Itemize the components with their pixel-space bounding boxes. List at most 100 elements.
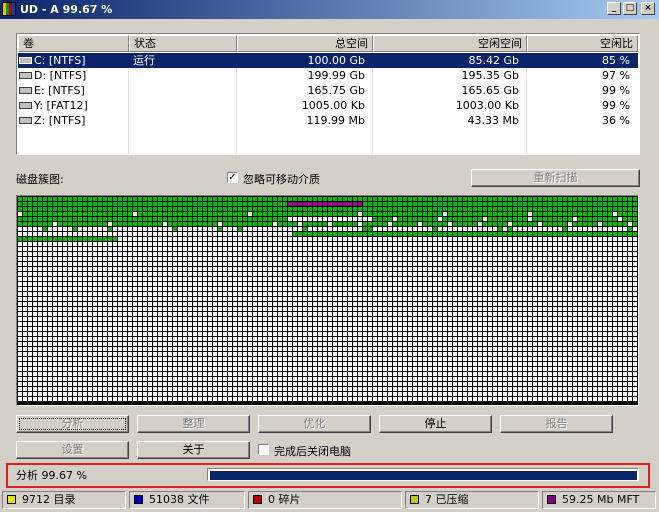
about-button[interactable]: 关于 — [137, 441, 250, 459]
volume-list-header: 卷 状态 总空间 空闲空间 空闲比 — [18, 35, 638, 52]
progress-bar-fill — [210, 471, 637, 480]
window-title: UD - A 99.67 % — [20, 3, 113, 16]
total-text: 199.99 Gb — [307, 69, 366, 82]
column-header-volume[interactable]: 卷 — [18, 35, 129, 52]
cell-total: 165.75 Gb — [237, 83, 373, 98]
app-icon — [2, 2, 16, 16]
compressed-color-icon — [410, 494, 419, 504]
cell-status — [129, 83, 237, 98]
cell-status — [129, 98, 237, 113]
ratio-text: 36 % — [602, 114, 630, 127]
table-row[interactable]: E: [NTFS] 165.75 Gb 165.65 Gb 99 % — [18, 83, 638, 98]
free-text: 165.65 Gb — [461, 84, 520, 97]
cell-ratio: 85 % — [527, 53, 638, 68]
minimize-button[interactable]: _ — [607, 2, 621, 15]
dirs-color-icon — [7, 494, 16, 504]
status-mft: 59.25 Mb MFT — [542, 491, 656, 509]
cell-free: 1003.00 Kb — [373, 98, 527, 113]
shutdown-label[interactable]: 完成后关闭电脑 — [274, 443, 351, 459]
status-fragments: 0 碎片 — [248, 491, 402, 509]
table-row[interactable]: D: [NTFS] 199.99 Gb 195.35 Gb 97 % — [18, 68, 638, 83]
cell-total: 119.99 Mb — [237, 113, 373, 128]
skip-removable-label[interactable]: 忽略可移动介质 — [243, 171, 320, 187]
skip-removable-checkbox[interactable]: ✓ — [227, 172, 238, 183]
ratio-text: 99 % — [602, 99, 630, 112]
cell-status — [129, 68, 237, 83]
cell-volume: Y: [FAT12] — [18, 98, 129, 113]
total-text: 1005.00 Kb — [301, 99, 365, 112]
settings-button[interactable]: 设置 — [16, 441, 129, 459]
total-text: 165.75 Gb — [307, 84, 366, 97]
cell-free: 165.65 Gb — [373, 83, 527, 98]
cell-ratio: 97 % — [527, 68, 638, 83]
status-dirs-text: 9712 目录 — [22, 493, 76, 506]
volume-text: Z: [NTFS] — [34, 114, 86, 127]
column-header-total[interactable]: 总空间 — [237, 35, 373, 52]
table-row[interactable]: Z: [NTFS] 119.99 Mb 43.33 Mb 36 % — [18, 113, 638, 128]
stop-button[interactable]: 停止 — [379, 415, 492, 433]
cell-total: 1005.00 Kb — [237, 98, 373, 113]
status-compressed: 7 已压缩 — [405, 491, 539, 509]
status-fragments-text: 0 碎片 — [268, 493, 301, 506]
free-text: 85.42 Gb — [468, 54, 520, 67]
volume-text: Y: [FAT12] — [34, 99, 88, 112]
cell-ratio: 99 % — [527, 83, 638, 98]
defrag-button[interactable]: 整理 — [137, 415, 250, 433]
drive-icon — [19, 101, 32, 109]
cell-status: 运行 — [129, 53, 237, 68]
column-header-status[interactable]: 状态 — [129, 35, 237, 52]
ratio-text: 85 % — [602, 54, 630, 67]
cell-status — [129, 113, 237, 128]
drive-icon — [19, 86, 32, 94]
status-text: 运行 — [133, 54, 155, 67]
column-header-free[interactable]: 空闲空间 — [373, 35, 527, 52]
status-mft-text: 59.25 Mb MFT — [562, 493, 640, 506]
ratio-text: 97 % — [602, 69, 630, 82]
cluster-map — [16, 195, 639, 406]
free-text: 43.33 Mb — [467, 114, 519, 127]
cell-volume: E: [NTFS] — [18, 83, 129, 98]
cell-total: 100.00 Gb — [237, 53, 373, 68]
drive-icon — [19, 116, 32, 124]
volume-text: D: [NTFS] — [34, 69, 87, 82]
cell-free: 195.35 Gb — [373, 68, 527, 83]
cell-volume: Z: [NTFS] — [18, 113, 129, 128]
fragments-color-icon — [253, 494, 262, 504]
free-text: 195.35 Gb — [461, 69, 520, 82]
cluster-map-label: 磁盘簇图: — [16, 173, 64, 186]
files-color-icon — [134, 494, 143, 504]
rescan-button[interactable]: 重新扫描 — [471, 169, 640, 187]
optimize-button[interactable]: 优化 — [258, 415, 371, 433]
maximize-button[interactable]: □ — [623, 2, 637, 15]
mft-color-icon — [547, 494, 556, 504]
column-header-ratio[interactable]: 空闲比 — [527, 35, 638, 52]
cell-volume: D: [NTFS] — [18, 68, 129, 83]
report-button[interactable]: 报告 — [500, 415, 613, 433]
analyze-button[interactable]: 分析 — [16, 415, 129, 433]
table-row[interactable]: C: [NTFS] 运行 100.00 Gb 85.42 Gb 85 % — [18, 53, 638, 68]
free-text: 1003.00 Kb — [455, 99, 519, 112]
close-button[interactable]: × — [641, 2, 655, 15]
total-text: 119.99 Mb — [306, 114, 365, 127]
ratio-text: 99 % — [602, 84, 630, 97]
cluster-map-canvas — [18, 197, 637, 401]
status-files: 51038 文件 — [129, 491, 245, 509]
cell-total: 199.99 Gb — [237, 68, 373, 83]
status-compressed-text: 7 已压缩 — [425, 493, 469, 506]
cell-free: 43.33 Mb — [373, 113, 527, 128]
table-row[interactable]: Y: [FAT12] 1005.00 Kb 1003.00 Kb 99 % — [18, 98, 638, 113]
cell-volume: C: [NTFS] — [18, 53, 129, 68]
progress-bar — [207, 468, 639, 481]
cell-ratio: 36 % — [527, 113, 638, 128]
total-text: 100.00 Gb — [307, 54, 366, 67]
main-window: UD - A 99.67 % _ □ × 卷 状态 总空间 空闲空间 空闲比 C… — [0, 0, 659, 512]
volume-list[interactable]: 卷 状态 总空间 空闲空间 空闲比 C: [NTFS] 运行 100.00 Gb 85… — [16, 33, 640, 155]
cell-ratio: 99 % — [527, 98, 638, 113]
shutdown-checkbox[interactable] — [258, 444, 269, 455]
volume-text: E: [NTFS] — [34, 84, 85, 97]
drive-icon — [19, 71, 32, 79]
title-bar[interactable]: UD - A 99.67 % _ □ × — [0, 0, 659, 19]
drive-icon — [19, 56, 32, 64]
volume-text: C: [NTFS] — [34, 54, 86, 67]
status-dirs: 9712 目录 — [2, 491, 126, 509]
